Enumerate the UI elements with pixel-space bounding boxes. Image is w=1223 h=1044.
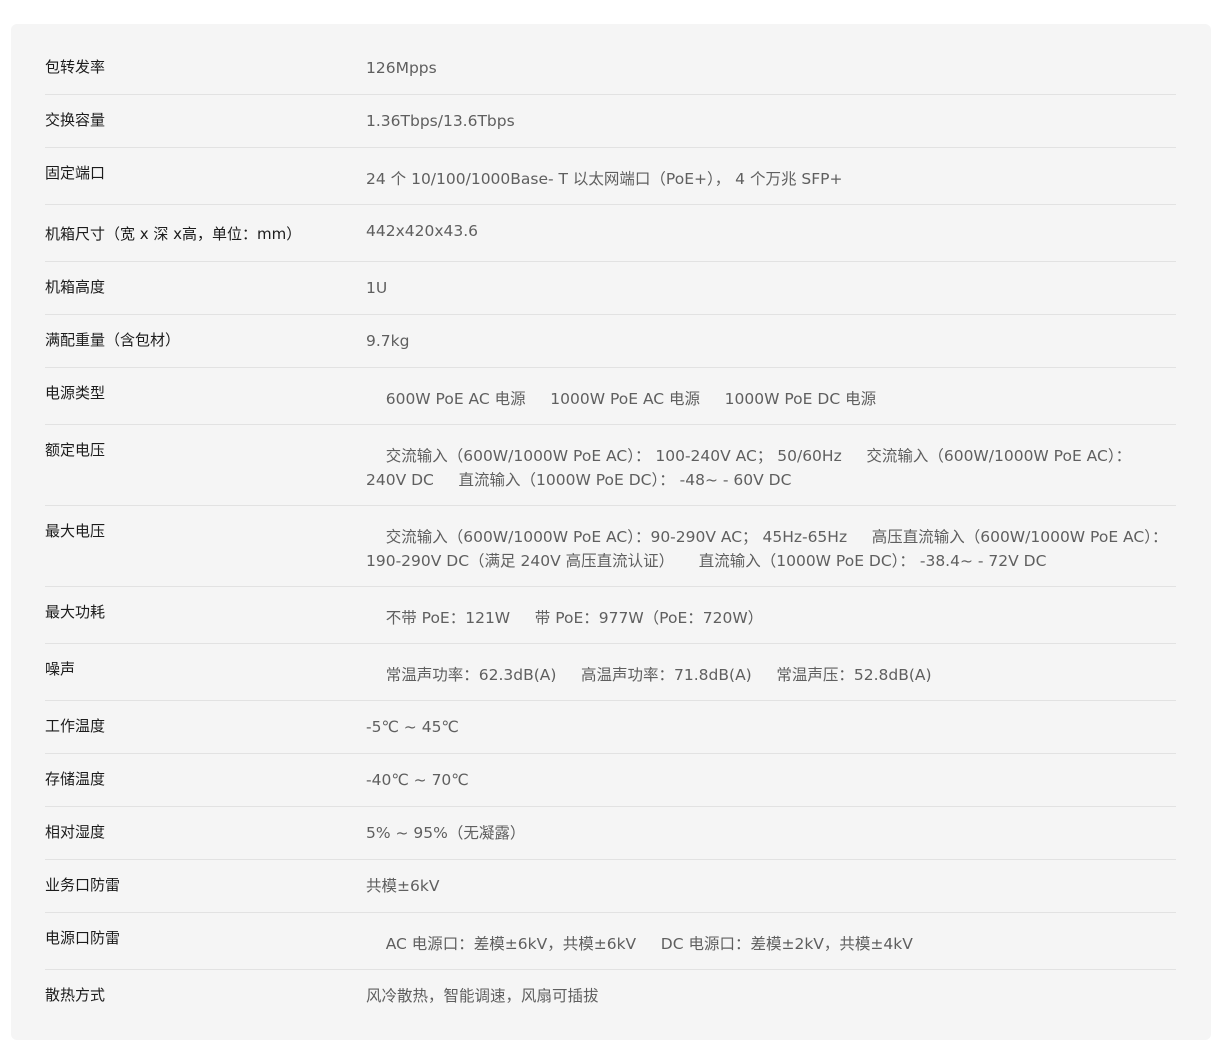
spec-value: 风冷散热，智能调速，风扇可插拔	[366, 987, 599, 1005]
spec-label: 包转发率	[45, 58, 106, 76]
spec-label: 相对湿度	[45, 823, 106, 841]
spec-label: 固定端口	[45, 164, 106, 182]
spec-value: AC 电源口：差模±6kV，共模±6kV DC 电源口：差模±2kV，共模±4k…	[366, 935, 913, 953]
spec-value: 5% ~ 95%（无凝露）	[366, 824, 526, 842]
spec-row-heat-dissipation: 散热方式 风冷散热，智能调速，风扇可插拔	[45, 970, 1176, 1023]
spec-row-relative-humidity: 相对湿度 5% ~ 95%（无凝露）	[45, 807, 1176, 860]
spec-row-chassis-dimensions: 机箱尺寸（宽 x 深 x高，单位：mm） 442x420x43.6	[45, 205, 1176, 262]
spec-row-rated-voltage: 额定电压 交流输入（600W/1000W PoE AC）： 100-240V A…	[45, 425, 1176, 506]
spec-label: 最大功耗	[45, 603, 106, 621]
spec-row-weight: 满配重量（含包材） 9.7kg	[45, 315, 1176, 368]
spec-label: 工作温度	[45, 717, 106, 735]
spec-row-switching-capacity: 交换容量 1.36Tbps/13.6Tbps	[45, 95, 1176, 148]
spec-row-fixed-ports: 固定端口 24 个 10/100/1000Base- T 以太网端口（PoE+）…	[45, 148, 1176, 205]
spec-value: 442x420x43.6	[366, 222, 479, 240]
spec-value: 不带 PoE：121W 带 PoE：977W（PoE：720W）	[366, 609, 764, 627]
spec-value: 常温声功率：62.3dB(A) 高温声功率：71.8dB(A) 常温声压：52.…	[366, 666, 932, 684]
spec-value: 交流输入（600W/1000W PoE AC）： 100-240V AC； 50…	[366, 447, 1137, 489]
spec-value: 1U	[366, 279, 388, 297]
spec-label: 额定电压	[45, 441, 106, 459]
spec-label: 最大电压	[45, 522, 106, 540]
spec-row-chassis-height: 机箱高度 1U	[45, 262, 1176, 315]
spec-row-power-supply-type: 电源类型 600W PoE AC 电源 1000W PoE AC 电源 1000…	[45, 368, 1176, 425]
spec-row-max-power: 最大功耗 不带 PoE：121W 带 PoE：977W（PoE：720W）	[45, 587, 1176, 644]
spec-label: 电源口防雷	[45, 929, 121, 947]
spec-label: 满配重量（含包材）	[45, 331, 181, 349]
spec-row-forwarding-rate: 包转发率 126Mpps	[45, 24, 1176, 95]
spec-row-max-voltage: 最大电压 交流输入（600W/1000W PoE AC）：90-290V AC；…	[45, 506, 1176, 587]
spec-value: 共模±6kV	[366, 877, 440, 895]
spec-label: 交换容量	[45, 111, 106, 129]
spec-value: -40℃ ~ 70℃	[366, 771, 469, 789]
spec-label: 电源类型	[45, 384, 106, 402]
spec-value: 126Mpps	[366, 59, 437, 77]
spec-label: 机箱尺寸（宽 x 深 x高，单位：mm）	[45, 225, 302, 243]
spec-label: 业务口防雷	[45, 876, 121, 894]
spec-value: 交流输入（600W/1000W PoE AC）：90-290V AC； 45Hz…	[366, 528, 1168, 570]
spec-value: 9.7kg	[366, 332, 410, 350]
spec-row-operating-temperature: 工作温度 -5℃ ~ 45℃	[45, 701, 1176, 754]
spec-value: 24 个 10/100/1000Base- T 以太网端口（PoE+）， 4 个…	[366, 170, 843, 188]
spec-label: 散热方式	[45, 986, 106, 1004]
spec-row-service-port-surge: 业务口防雷 共模±6kV	[45, 860, 1176, 913]
spec-row-noise: 噪声 常温声功率：62.3dB(A) 高温声功率：71.8dB(A) 常温声压：…	[45, 644, 1176, 701]
spec-label: 噪声	[45, 660, 76, 678]
spec-value: -5℃ ~ 45℃	[366, 718, 459, 736]
spec-label: 机箱高度	[45, 278, 106, 296]
spec-row-storage-temperature: 存储温度 -40℃ ~ 70℃	[45, 754, 1176, 807]
spec-label: 存储温度	[45, 770, 106, 788]
spec-value: 1.36Tbps/13.6Tbps	[366, 112, 515, 130]
spec-table: 包转发率 126Mpps 交换容量 1.36Tbps/13.6Tbps 固定端口…	[11, 24, 1211, 1040]
spec-row-power-port-surge: 电源口防雷 AC 电源口：差模±6kV，共模±6kV DC 电源口：差模±2kV…	[45, 913, 1176, 970]
spec-value: 600W PoE AC 电源 1000W PoE AC 电源 1000W PoE…	[366, 390, 877, 408]
